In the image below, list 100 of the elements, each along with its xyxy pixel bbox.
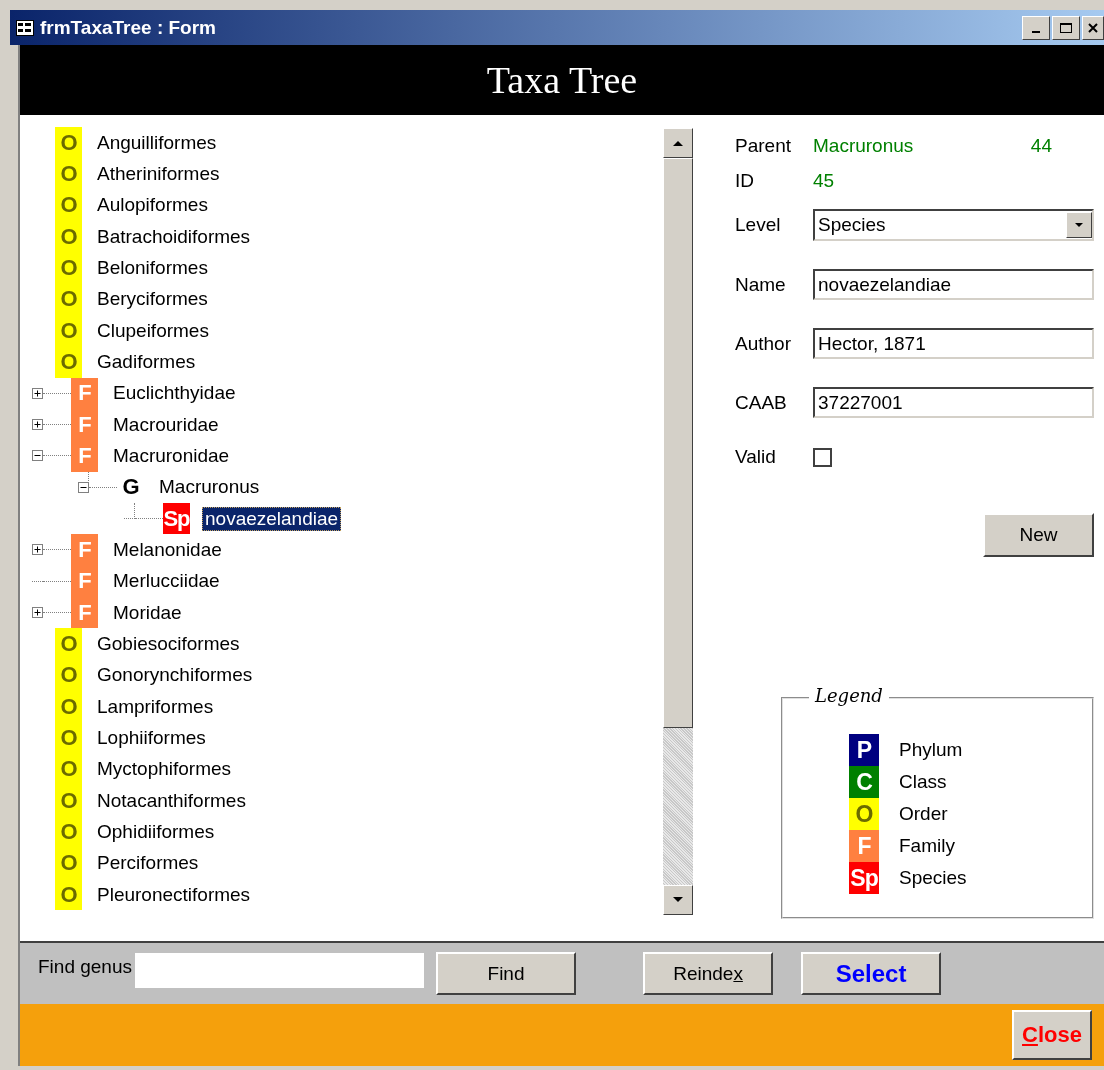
- tree-item[interactable]: Merlucciidae: [110, 569, 223, 594]
- form-title: Taxa Tree: [486, 58, 638, 102]
- legend-label: Phylum: [899, 739, 963, 761]
- input-field[interactable]: Hector, 1871: [813, 328, 1094, 359]
- maximize-button[interactable]: [1052, 15, 1080, 40]
- close-icon[interactable]: [1087, 21, 1099, 34]
- field-label: Author: [735, 332, 792, 355]
- select-button[interactable]: Select: [801, 952, 941, 995]
- tree-item[interactable]: Pleuronectiformes: [94, 882, 254, 907]
- valid-checkbox[interactable]: [813, 447, 832, 467]
- tree-item[interactable]: Gadiformes: [94, 349, 199, 374]
- tree-item[interactable]: Moridae: [110, 600, 185, 625]
- plus-toggle-icon[interactable]: [32, 607, 43, 619]
- rank-badge: O: [55, 784, 82, 817]
- rank-badge: O: [55, 314, 82, 347]
- tree-item[interactable]: Atheriniformes: [94, 162, 223, 186]
- rank-badge: O: [55, 816, 82, 848]
- rank-badge: F: [849, 830, 879, 862]
- parent-name: Macruronus: [813, 135, 915, 157]
- tree-item[interactable]: Melanonidae: [110, 537, 225, 562]
- rank-badge: Sp: [163, 502, 190, 535]
- field-label: Name: [735, 273, 787, 296]
- rank-badge: P: [849, 734, 879, 766]
- plus-toggle-icon[interactable]: [32, 419, 43, 431]
- field-label: Level: [735, 214, 782, 236]
- rank-badge: O: [55, 659, 82, 691]
- rank-badge: F: [71, 377, 98, 409]
- legend-label: Class: [899, 771, 947, 793]
- field-label: Valid: [735, 446, 777, 468]
- find-genus-field[interactable]: [135, 953, 424, 988]
- rank-badge: O: [55, 753, 82, 785]
- find-genus-label: Find genus: [38, 956, 132, 978]
- rank-badge: F: [71, 408, 98, 441]
- tree-item[interactable]: Notacanthiformes: [94, 788, 249, 813]
- id-value: 45: [813, 170, 835, 192]
- tree-item[interactable]: Macruronus: [156, 475, 263, 500]
- legend-label: Order: [899, 803, 948, 825]
- tree-item[interactable]: Clupeiformes: [94, 318, 212, 343]
- tree-item[interactable]: Gobiesociformes: [94, 631, 243, 656]
- tree-item[interactable]: Lampriformes: [94, 694, 217, 719]
- down-arrow-icon[interactable]: [673, 897, 683, 903]
- scroll-thumb[interactable]: [663, 158, 693, 728]
- rank-badge: O: [55, 690, 82, 723]
- tree-item[interactable]: Beryciformes: [94, 287, 211, 312]
- rank-badge: O: [55, 221, 82, 253]
- tree-item[interactable]: Perciformes: [94, 851, 202, 876]
- rank-badge: F: [71, 440, 98, 472]
- rank-badge: F: [71, 534, 98, 566]
- rank-badge: O: [55, 847, 82, 879]
- field-label: ID: [735, 170, 755, 192]
- plus-toggle-icon[interactable]: [32, 387, 43, 399]
- input-field[interactable]: 37227001: [813, 387, 1094, 418]
- legend-label: Species: [899, 867, 967, 889]
- tree-item[interactable]: Beloniformes: [94, 255, 211, 280]
- maximize-icon[interactable]: [1059, 21, 1073, 34]
- up-arrow-icon[interactable]: [673, 140, 683, 146]
- close-button[interactable]: [1082, 15, 1104, 40]
- tree-item[interactable]: Macruronidae: [110, 443, 233, 468]
- rank-badge: O: [849, 798, 879, 830]
- rank-badge: Sp: [849, 862, 879, 894]
- rank-badge: O: [55, 878, 82, 911]
- minus-toggle-icon[interactable]: [32, 450, 43, 462]
- rank-badge: C: [849, 766, 879, 798]
- field-label: Parent: [735, 135, 792, 157]
- level-dropdown[interactable]: Species: [813, 209, 1094, 241]
- tree-item[interactable]: Euclichthyidae: [110, 381, 239, 406]
- reindex-button[interactable]: Reindex: [643, 952, 773, 995]
- new-button[interactable]: New: [983, 513, 1094, 557]
- tree-item[interactable]: Macrouridae: [110, 412, 222, 437]
- input-field[interactable]: novaezelandiae: [813, 269, 1094, 300]
- rank-badge: F: [71, 596, 98, 629]
- rank-badge: O: [55, 158, 82, 190]
- parent-id: 44: [1030, 135, 1052, 157]
- scrollbar[interactable]: [663, 128, 693, 915]
- tree-item[interactable]: Aulopiformes: [94, 193, 211, 218]
- minus-toggle-icon[interactable]: [78, 481, 89, 493]
- window-title: frmTaxaTree : Form: [40, 16, 217, 39]
- tree-item[interactable]: novaezelandiae: [202, 506, 342, 531]
- rank-badge: O: [55, 346, 82, 378]
- rank-badge: O: [55, 189, 82, 221]
- tree-item[interactable]: Lophiiformes: [94, 725, 209, 750]
- rank-letter: G: [121, 473, 140, 502]
- rank-badge: O: [55, 722, 82, 754]
- form-icon: [16, 19, 34, 36]
- tree-item[interactable]: Ophidiiformes: [94, 819, 218, 844]
- rank-badge: O: [55, 283, 82, 315]
- rank-badge: O: [55, 252, 82, 284]
- tree-item[interactable]: Gonorynchiformes: [94, 663, 256, 688]
- rank-badge: F: [71, 565, 98, 597]
- rank-badge: O: [55, 127, 82, 159]
- tree-item[interactable]: Batrachoidiformes: [94, 224, 254, 249]
- tree-item[interactable]: Myctophiformes: [94, 757, 235, 782]
- tree-item[interactable]: Anguilliformes: [94, 130, 220, 155]
- plus-toggle-icon[interactable]: [32, 544, 43, 556]
- field-label: CAAB: [735, 391, 788, 414]
- scroll-down-button[interactable]: [663, 885, 693, 915]
- scroll-up-button[interactable]: [663, 128, 693, 158]
- minimize-button[interactable]: [1022, 15, 1050, 40]
- legend-title: Legend: [809, 685, 889, 706]
- find-button[interactable]: Find: [436, 952, 576, 995]
